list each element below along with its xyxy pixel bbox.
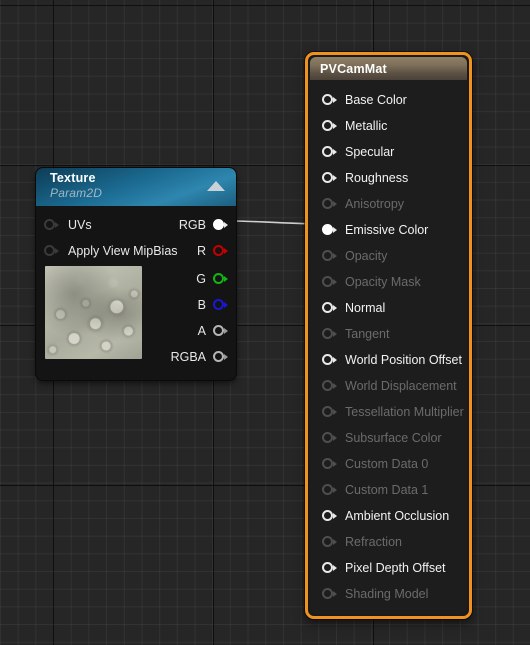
material-input-label-custom-data-1: Custom Data 1: [345, 483, 429, 497]
material-input-label-tangent: Tangent: [345, 327, 390, 341]
texture-preview-and-outputs: G B A RGBA: [36, 264, 236, 370]
texture-param2d-node[interactable]: Texture Param2D UVs RGB Apply View MipBi…: [36, 168, 236, 380]
material-input-label-base-color: Base Color: [345, 93, 407, 107]
material-input-label-roughness: Roughness: [345, 171, 409, 185]
pin-uvs[interactable]: [44, 219, 60, 231]
texture-output-label-r: R: [196, 244, 206, 258]
material-input-row-normal[interactable]: Normal: [310, 295, 467, 321]
material-input-label-custom-data-0: Custom Data 0: [345, 457, 429, 471]
material-input-label-tessellation-multiplier: Tessellation Multiplier: [345, 405, 464, 419]
material-input-label-world-position-offset: World Position Offset: [345, 353, 462, 367]
material-input-row-tangent[interactable]: Tangent: [310, 321, 467, 347]
pin-base-color[interactable]: [322, 94, 338, 106]
material-node-header[interactable]: PVCamMat: [310, 57, 467, 80]
pin-specular[interactable]: [322, 146, 338, 158]
texture-output-pin-column: G B A RGBA: [142, 264, 236, 370]
pin-b[interactable]: [213, 299, 229, 311]
pin-refraction[interactable]: [322, 536, 338, 548]
texture-node-title: Texture: [50, 171, 96, 185]
material-input-row-world-displacement[interactable]: World Displacement: [310, 373, 467, 399]
texture-output-label-g: G: [196, 272, 206, 286]
material-input-label-world-displacement: World Displacement: [345, 379, 457, 393]
texture-row-g: G: [142, 266, 236, 292]
pin-r[interactable]: [213, 245, 229, 257]
texture-output-label-rgba: RGBA: [170, 350, 206, 364]
material-input-row-pixel-depth-offset[interactable]: Pixel Depth Offset: [310, 555, 467, 581]
material-input-row-shading-model[interactable]: Shading Model: [310, 581, 467, 607]
texture-node-subtitle: Param2D: [50, 186, 103, 200]
material-input-row-roughness[interactable]: Roughness: [310, 165, 467, 191]
material-input-row-ambient-occlusion[interactable]: Ambient Occlusion: [310, 503, 467, 529]
pin-metallic[interactable]: [322, 120, 338, 132]
material-input-label-normal: Normal: [345, 301, 386, 315]
material-input-label-opacity-mask: Opacity Mask: [345, 275, 421, 289]
material-input-row-custom-data-1[interactable]: Custom Data 1: [310, 477, 467, 503]
material-input-row-metallic[interactable]: Metallic: [310, 113, 467, 139]
pin-normal[interactable]: [322, 302, 338, 314]
material-input-row-base-color[interactable]: Base Color: [310, 87, 467, 113]
texture-row-b: B: [142, 292, 236, 318]
material-input-row-emissive-color[interactable]: Emissive Color: [310, 217, 467, 243]
material-input-label-ambient-occlusion: Ambient Occlusion: [345, 509, 450, 523]
material-input-row-specular[interactable]: Specular: [310, 139, 467, 165]
pin-opacity-mask[interactable]: [322, 276, 338, 288]
triangle-up-icon[interactable]: [207, 181, 225, 191]
pin-pixel-depth-offset[interactable]: [322, 562, 338, 574]
material-input-label-anisotropy: Anisotropy: [345, 197, 405, 211]
material-input-label-pixel-depth-offset: Pixel Depth Offset: [345, 561, 446, 575]
material-input-row-anisotropy[interactable]: Anisotropy: [310, 191, 467, 217]
texture-row-rgba: RGBA: [142, 344, 236, 370]
pin-custom-data-0[interactable]: [322, 458, 338, 470]
texture-node-body: UVs RGB Apply View MipBias R G B A RGBA: [36, 206, 236, 380]
material-node-body: Base Color Metallic Specular Roughness A…: [310, 80, 467, 614]
texture-preview-thumbnail[interactable]: [45, 266, 142, 359]
material-input-row-world-position-offset[interactable]: World Position Offset: [310, 347, 467, 373]
material-input-label-shading-model: Shading Model: [345, 587, 429, 601]
pin-a[interactable]: [213, 325, 229, 337]
pin-world-position-offset[interactable]: [322, 354, 338, 366]
pin-g[interactable]: [213, 273, 229, 285]
material-input-row-opacity[interactable]: Opacity: [310, 243, 467, 269]
texture-input-label-uvs: UVs: [68, 218, 92, 232]
material-input-row-refraction[interactable]: Refraction: [310, 529, 467, 555]
material-input-row-tessellation-multiplier[interactable]: Tessellation Multiplier: [310, 399, 467, 425]
pin-ambient-occlusion[interactable]: [322, 510, 338, 522]
texture-output-label-a: A: [197, 324, 206, 338]
pin-tangent[interactable]: [322, 328, 338, 340]
pin-rgba[interactable]: [213, 351, 229, 363]
texture-output-label-rgb: RGB: [178, 218, 206, 232]
pin-emissive-color[interactable]: [322, 224, 338, 236]
material-input-label-specular: Specular: [345, 145, 395, 159]
material-input-label-refraction: Refraction: [345, 535, 402, 549]
material-input-label-emissive-color: Emissive Color: [345, 223, 429, 237]
pin-rgb[interactable]: [213, 219, 229, 231]
pin-roughness[interactable]: [322, 172, 338, 184]
pin-world-displacement[interactable]: [322, 380, 338, 392]
texture-output-label-b: B: [197, 298, 206, 312]
material-input-label-opacity: Opacity: [345, 249, 388, 263]
pin-custom-data-1[interactable]: [322, 484, 338, 496]
pin-apply-view-mipbias[interactable]: [44, 245, 60, 257]
material-input-row-subsurface-color[interactable]: Subsurface Color: [310, 425, 467, 451]
pin-opacity[interactable]: [322, 250, 338, 262]
texture-row-mipbias-r: Apply View MipBias R: [36, 238, 236, 264]
pin-shading-model[interactable]: [322, 588, 338, 600]
material-input-row-opacity-mask[interactable]: Opacity Mask: [310, 269, 467, 295]
pin-tessellation-multiplier[interactable]: [322, 406, 338, 418]
material-output-node[interactable]: PVCamMat Base Color Metallic Specular Ro…: [305, 52, 472, 619]
material-input-row-custom-data-0[interactable]: Custom Data 0: [310, 451, 467, 477]
texture-input-label-apply-view-mipbias: Apply View MipBias: [68, 244, 178, 258]
pin-subsurface-color[interactable]: [322, 432, 338, 444]
material-node-title: PVCamMat: [320, 61, 387, 76]
material-input-label-metallic: Metallic: [345, 119, 388, 133]
texture-node-header[interactable]: Texture Param2D: [36, 168, 236, 206]
texture-row-a: A: [142, 318, 236, 344]
texture-row-uvs-rgb: UVs RGB: [36, 212, 236, 238]
pin-anisotropy[interactable]: [322, 198, 338, 210]
material-input-label-subsurface-color: Subsurface Color: [345, 431, 442, 445]
